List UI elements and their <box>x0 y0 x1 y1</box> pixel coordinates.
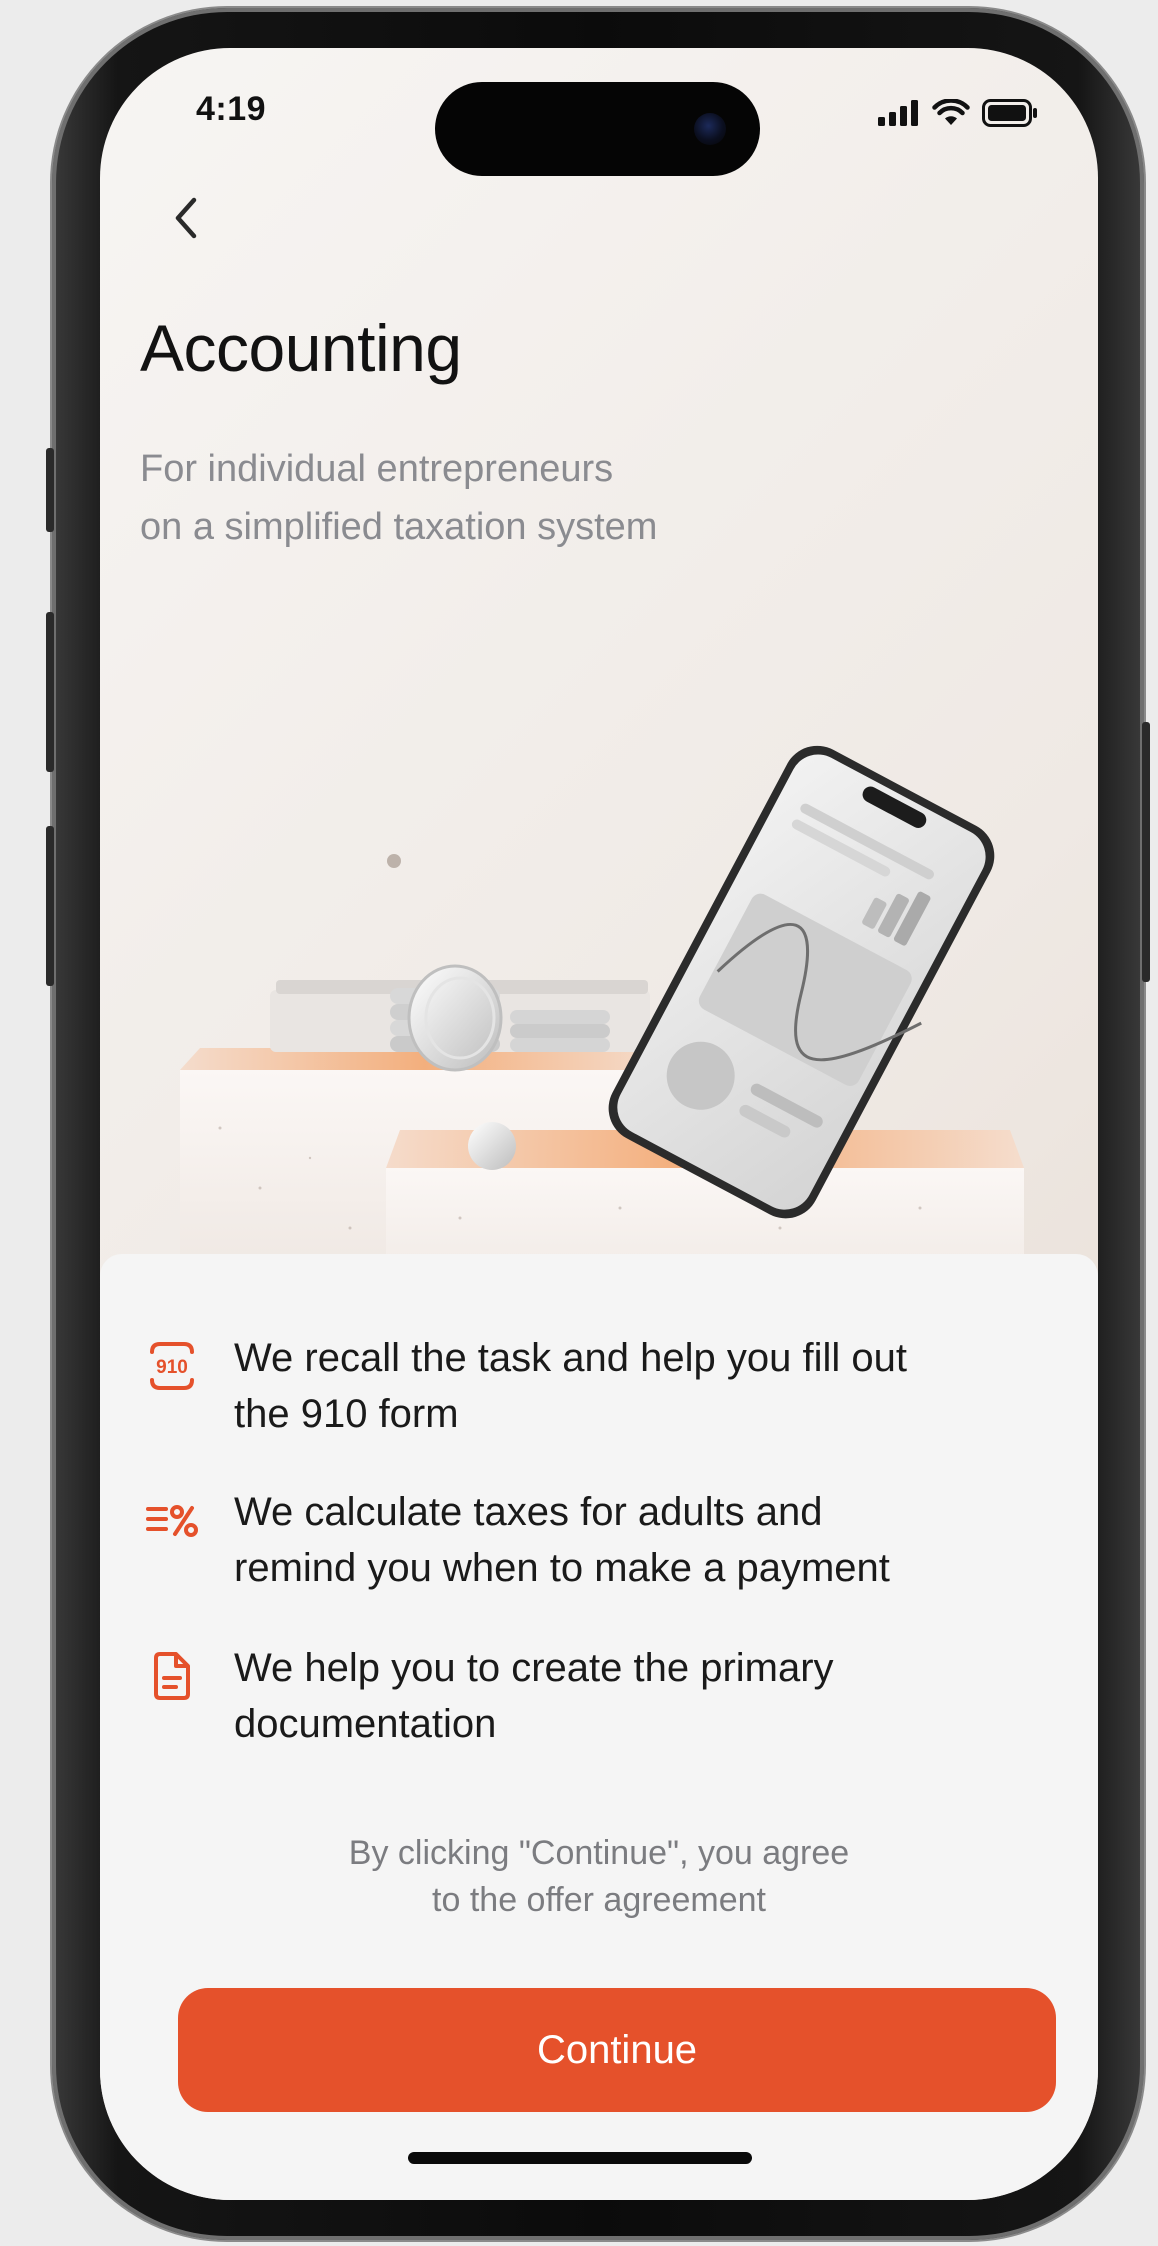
pearl <box>468 1122 516 1170</box>
back-button[interactable] <box>156 188 216 248</box>
signal-icon <box>878 100 918 126</box>
feature-line: We calculate taxes for adults and <box>234 1490 823 1534</box>
feature-item-taxes: We calculate taxes for adults and remind… <box>144 1484 934 1596</box>
continue-button[interactable]: Continue <box>178 1988 1056 2112</box>
feature-line: the 910 form <box>234 1392 459 1436</box>
feature-line: We recall the task and help you fill out <box>234 1336 907 1380</box>
floating-sphere <box>387 854 401 868</box>
screen: 4:19 Accounting For individual entrepren… <box>100 48 1098 2200</box>
volume-up-button <box>46 612 54 772</box>
legal-line-2: to the offer agreement <box>432 1881 766 1919</box>
feature-text: We help you to create the primary docume… <box>234 1640 934 1752</box>
chevron-left-icon <box>175 197 197 239</box>
dynamic-island <box>435 82 760 176</box>
form-910-icon: 910 <box>150 1342 194 1390</box>
camera-icon <box>694 113 726 145</box>
battery-icon <box>982 99 1037 127</box>
feature-line: remind you when to make a payment <box>234 1546 890 1590</box>
feature-line: documentation <box>234 1702 497 1746</box>
legal-line-1: By clicking "Continue", you agree <box>348 1834 850 1872</box>
feature-item-910-form: 910 We recall the task and help you fill… <box>144 1330 934 1442</box>
volume-down-button <box>46 826 54 986</box>
feature-item-documentation: We help you to create the primary docume… <box>144 1640 934 1752</box>
page-title: Accounting <box>140 311 462 385</box>
percent-list-icon <box>146 1505 198 1537</box>
feature-text: We calculate taxes for adults and remind… <box>234 1484 934 1596</box>
document-icon <box>154 1652 190 1700</box>
svg-text:910: 910 <box>156 1357 188 1378</box>
subtitle-line-1: For individual entrepreneurs <box>140 448 614 490</box>
wifi-icon <box>932 99 970 125</box>
home-indicator[interactable] <box>408 2152 752 2164</box>
hero-illustration <box>180 745 1024 1328</box>
page-subtitle: For individual entrepreneurs on a simpli… <box>140 440 840 556</box>
subtitle-line-2: on a simplified taxation system <box>140 506 658 548</box>
status-icons <box>878 98 1038 128</box>
feature-text: We recall the task and help you fill out… <box>234 1330 934 1442</box>
offer-agreement-note: By clicking "Continue", you agree to the… <box>100 1830 1098 1924</box>
power-button <box>1142 722 1150 982</box>
silent-switch <box>46 448 54 532</box>
feature-line: We help you to create the primary <box>234 1646 834 1690</box>
status-time: 4:19 <box>196 90 267 128</box>
